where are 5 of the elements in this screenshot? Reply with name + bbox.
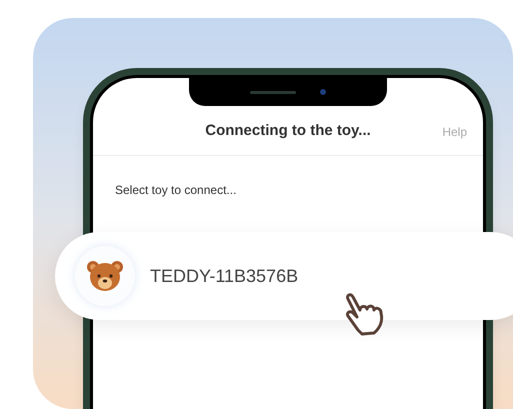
toy-list-item[interactable]: TEDDY-11B3576B xyxy=(55,232,513,320)
toy-name: TEDDY-11B3576B xyxy=(150,264,298,288)
teddy-bear-icon xyxy=(86,259,124,293)
screen-title: Connecting to the toy... xyxy=(205,121,371,142)
select-prompt: Select toy to connect... xyxy=(115,183,236,197)
